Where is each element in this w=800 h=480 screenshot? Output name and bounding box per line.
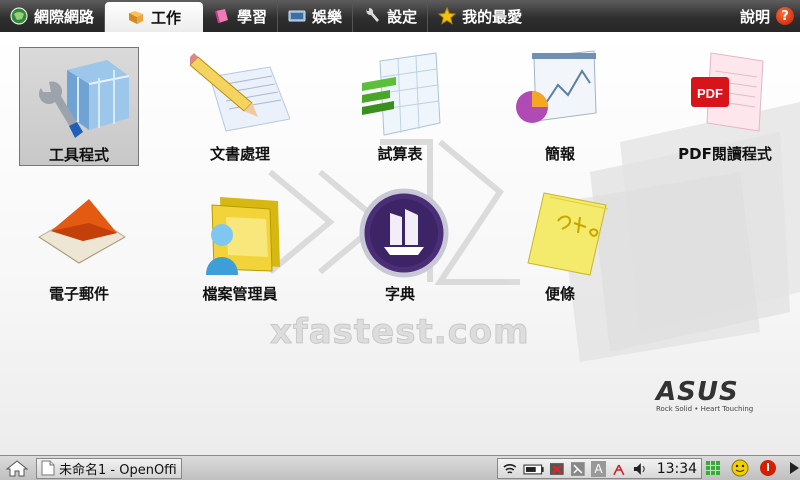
settings-wrench-icon xyxy=(366,7,380,22)
app-label: 試算表 xyxy=(377,145,423,163)
app-note[interactable]: 便條 xyxy=(500,187,620,307)
app-label: 工具程式 xyxy=(48,146,109,164)
tab-label: 設定 xyxy=(387,7,418,26)
desktop-grid-icon[interactable] xyxy=(705,460,721,476)
favorites-star-icon xyxy=(438,7,457,25)
tab-settings[interactable]: 設定 xyxy=(353,0,429,32)
app-label: PDF閱讀程式 xyxy=(678,145,772,163)
help-label: 說明 xyxy=(739,7,770,26)
pdf-reader-icon: PDF xyxy=(691,52,764,132)
note-pad-icon xyxy=(527,192,609,276)
app-label: 簡報 xyxy=(544,145,575,163)
input-method-icon[interactable]: A xyxy=(590,460,607,477)
taskbar: 未命名1 - OpenOffi A 13:34 xyxy=(0,455,800,480)
launcher-area: xfastest.com 工具程式 文書處理 試算表 簡報 PDF PDF閱讀程… xyxy=(0,32,800,455)
watermark: xfastest.com xyxy=(270,312,530,353)
tab-work[interactable]: 工作 xyxy=(105,2,204,32)
tools-cube-wrench-icon xyxy=(39,60,129,138)
tab-label: 學習 xyxy=(237,7,268,26)
app-file-manager[interactable]: 檔案管理員 xyxy=(180,187,300,307)
help-question-icon: ? xyxy=(776,7,794,25)
tab-label: 娛樂 xyxy=(312,7,343,26)
asus-logo: ASUS xyxy=(656,377,739,407)
app-spreadsheet[interactable]: 試算表 xyxy=(340,47,460,167)
tab-learning[interactable]: 學習 xyxy=(203,0,279,32)
right-tray xyxy=(705,459,800,477)
app-label: 檔案管理員 xyxy=(202,285,278,303)
help-button[interactable]: 說明 ? xyxy=(740,0,794,32)
app-label: 文書處理 xyxy=(209,145,270,163)
taskbar-window-openoffice[interactable]: 未命名1 - OpenOffi xyxy=(36,457,182,479)
pdf-badge-text: PDF xyxy=(697,86,723,101)
clock: 13:34 xyxy=(656,460,698,477)
app-label: 字典 xyxy=(384,285,415,303)
shutdown-icon[interactable] xyxy=(759,459,777,477)
home-button[interactable] xyxy=(0,456,34,480)
asus-branding: ASUS Rock Solid • Heart Touching xyxy=(656,377,766,413)
app-label: 便條 xyxy=(544,285,575,303)
word-processor-pencil-icon xyxy=(190,53,290,132)
app-word-processor[interactable]: 文書處理 xyxy=(180,47,300,167)
presentation-chart-icon xyxy=(516,50,597,123)
app-presentation[interactable]: 簡報 xyxy=(500,47,620,167)
network-disconnected-icon[interactable] xyxy=(549,461,565,477)
tab-favorites[interactable]: 我的最愛 xyxy=(428,0,532,32)
work-folder-icon xyxy=(129,11,144,24)
spreadsheet-icon xyxy=(362,52,441,136)
asus-tagline: Rock Solid • Heart Touching xyxy=(656,405,754,413)
tab-label: 網際網路 xyxy=(34,7,95,26)
wifi-icon[interactable] xyxy=(502,461,518,477)
smiley-icon[interactable] xyxy=(731,459,749,477)
top-tab-bar: 網際網路 工作 學習 娛樂 設定 我的最愛 說明 ? xyxy=(0,0,800,32)
file-manager-folder-icon xyxy=(206,197,280,275)
internet-globe-icon xyxy=(10,7,28,25)
dictionary-ship-icon xyxy=(359,188,449,278)
app-email[interactable]: 電子郵件 xyxy=(19,187,139,307)
app-tools[interactable]: 工具程式 xyxy=(19,47,139,166)
battery-icon[interactable] xyxy=(523,461,545,477)
volume-icon[interactable] xyxy=(632,461,648,477)
learning-book-icon xyxy=(215,9,229,24)
system-tray: A 13:34 xyxy=(497,458,702,479)
entertainment-tv-icon xyxy=(288,10,306,22)
window-title: 未命名1 - OpenOffi xyxy=(59,462,177,478)
document-icon xyxy=(41,460,55,476)
tab-internet[interactable]: 網際網路 xyxy=(0,0,106,32)
app-label: 電子郵件 xyxy=(48,285,109,303)
tab-label: 工作 xyxy=(151,8,182,27)
antenna-icon[interactable] xyxy=(611,461,627,477)
app-dictionary[interactable]: 字典 xyxy=(340,187,460,307)
email-envelope-icon xyxy=(38,199,126,264)
tab-entertainment[interactable]: 娛樂 xyxy=(278,0,354,32)
app-pdf-reader[interactable]: PDF PDF閱讀程式 xyxy=(660,47,790,167)
arrow-right-icon[interactable] xyxy=(787,460,800,476)
keyboard-layout-icon[interactable] xyxy=(570,461,586,477)
home-icon xyxy=(6,460,28,477)
tab-label: 我的最愛 xyxy=(462,7,523,26)
